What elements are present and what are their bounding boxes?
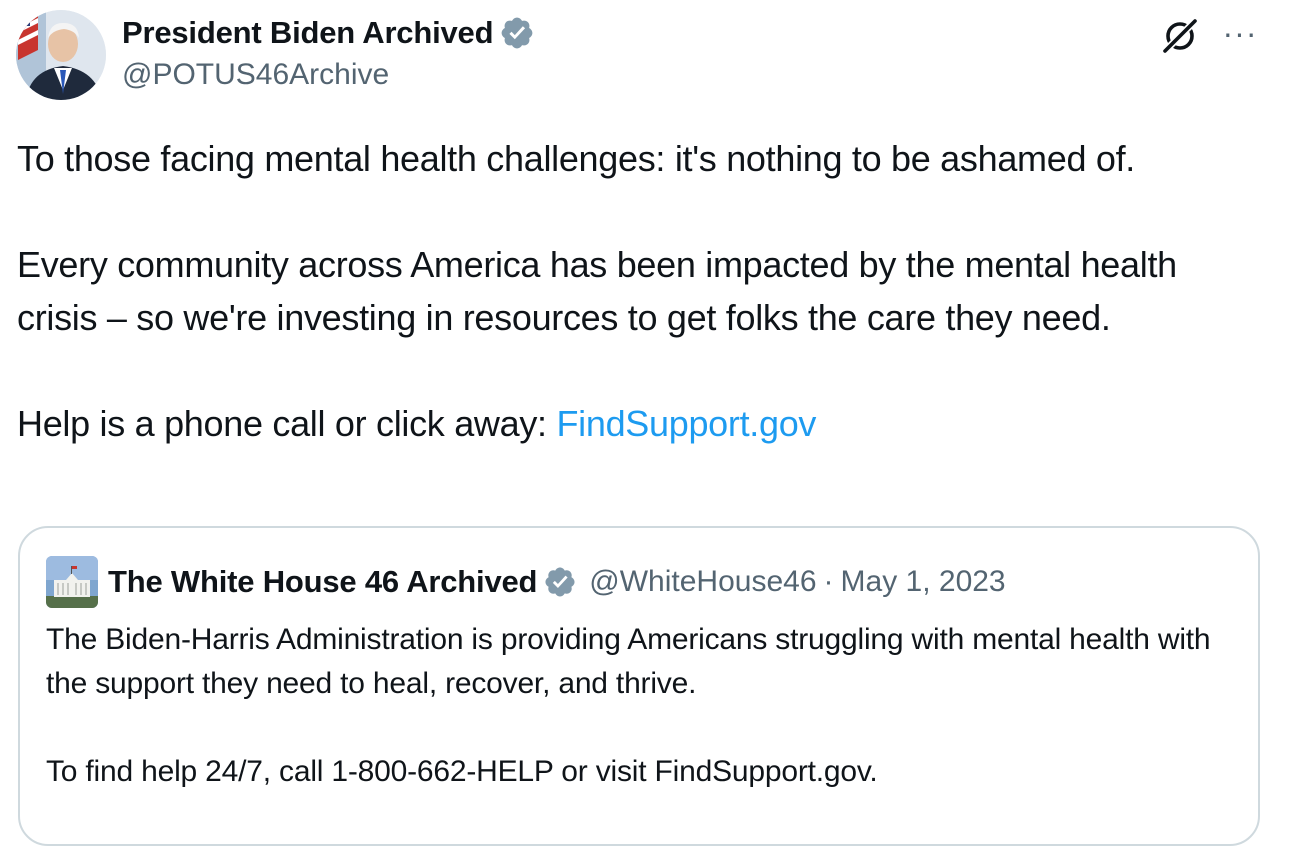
tweet: President Biden Archived @POTUS46Archive…	[0, 0, 1290, 846]
more-options-icon[interactable]: ···	[1220, 17, 1260, 49]
quoted-author-avatar[interactable]	[46, 556, 98, 608]
quoted-tweet-date[interactable]: May 1, 2023	[841, 565, 1006, 599]
verified-badge-icon[interactable]	[543, 565, 577, 599]
author-avatar[interactable]	[16, 10, 106, 100]
quoted-tweet-paragraph: The Biden-Harris Administration is provi…	[46, 623, 1211, 700]
findsupport-link[interactable]: FindSupport.gov	[556, 403, 816, 444]
quoted-tweet-card[interactable]: The White House 46 Archived @WhiteHouse4…	[18, 526, 1260, 846]
author-name-row: President Biden Archived	[122, 12, 535, 54]
avatar-portrait-image	[16, 10, 106, 100]
quoted-tweet-header: The White House 46 Archived @WhiteHouse4…	[108, 562, 1006, 602]
quoted-tweet-paragraph: To find help 24/7, call 1-800-662-HELP o…	[46, 755, 878, 788]
quoted-author-handle[interactable]: @WhiteHouse46	[589, 565, 816, 599]
quoted-tweet-text: The Biden-Harris Administration is provi…	[46, 618, 1246, 794]
tweet-text: To those facing mental health challenges…	[17, 132, 1257, 450]
tweet-paragraph: Every community across America has been …	[17, 244, 1177, 338]
white-house-icon	[46, 556, 98, 608]
tweet-cta-line: Help is a phone call or click away: Find…	[17, 397, 1257, 450]
tweet-paragraph: To those facing mental health challenges…	[17, 138, 1136, 179]
quoted-author-name[interactable]: The White House 46 Archived	[108, 564, 537, 600]
author-display-name[interactable]: President Biden Archived	[122, 15, 494, 51]
author-handle[interactable]: @POTUS46Archive	[122, 58, 389, 92]
quoted-header-separator: ·	[823, 565, 834, 598]
grok-icon[interactable]	[1160, 16, 1200, 56]
verified-badge-icon[interactable]	[499, 15, 535, 51]
tweet-cta-prefix: Help is a phone call or click away:	[17, 403, 557, 444]
